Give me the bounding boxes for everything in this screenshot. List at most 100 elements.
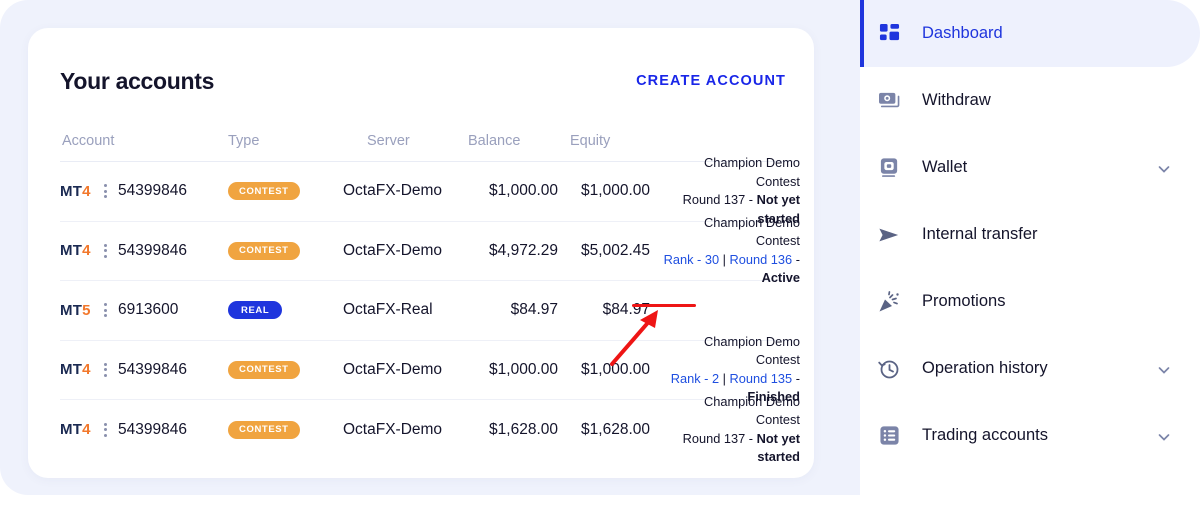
contest-status-cell: Champion Demo Contest Rank - 30 | Round 1… — [650, 214, 800, 288]
sidebar-items: Dashboard Withdraw Wallet Internal transfer… — [860, 0, 1200, 469]
status-dash: - — [792, 370, 800, 386]
sidebar-item-label: Trading accounts — [922, 426, 1048, 444]
wallet-icon — [878, 157, 900, 179]
table-row[interactable]: MT5 6913600 REAL OctaFX-Real $84.97 $84.97 — [60, 281, 800, 341]
sidebar-item-trading-accounts[interactable]: Trading accounts — [860, 402, 1200, 469]
equity-value: $1,000.00 — [581, 182, 650, 200]
balance-value: $1,000.00 — [489, 360, 558, 378]
sidebar-item-label: Dashboard — [922, 24, 1003, 42]
round-link[interactable]: Round 136 — [730, 252, 793, 267]
platform-version: 4 — [82, 361, 91, 379]
balance-value: $4,972.29 — [489, 241, 558, 259]
equity-value: $5,002.45 — [581, 241, 650, 259]
platform-prefix: MT — [60, 421, 83, 439]
sidebar-item-withdraw[interactable]: Withdraw — [860, 67, 1200, 134]
contest-name: Champion Demo Contest — [703, 333, 800, 368]
platform-version: 4 — [82, 421, 91, 439]
banknotes-icon — [878, 90, 900, 112]
contest-name: Champion Demo Contest — [703, 155, 800, 189]
sidebar-nav: Dashboard Withdraw Wallet Internal transfer… — [860, 0, 1200, 495]
clock-rewind-icon — [878, 358, 900, 380]
platform-logo: MT4 — [60, 421, 94, 438]
column-header-equity: Equity — [570, 132, 611, 149]
rank-link[interactable]: Rank - 30 — [664, 252, 719, 267]
platform-prefix: MT — [60, 361, 83, 379]
account-type-badge: REAL — [228, 301, 283, 320]
platform-prefix: MT — [60, 242, 83, 260]
sidebar-item-label: Internal transfer — [922, 225, 1038, 243]
platform-version: 4 — [82, 182, 91, 200]
server-name: OctaFX-Demo — [343, 182, 443, 200]
table-row[interactable]: MT4 54399846 CONTEST OctaFX-Demo $1,000.00 $1… — [60, 334, 800, 404]
table-body: MT4 54399846 CONTEST OctaFX-Demo $1,000.00 $1… — [60, 155, 800, 465]
balance-value: $1,000.00 — [489, 182, 558, 200]
balance-value: $84.97 — [510, 301, 558, 319]
send-arrow-icon — [878, 224, 900, 246]
sidebar-item-wallet[interactable]: Wallet — [860, 134, 1200, 201]
server-name: OctaFX-Demo — [343, 241, 443, 259]
kebab-menu-icon[interactable] — [94, 303, 116, 318]
status-dash: - — [745, 192, 757, 208]
sidebar-item-internal-transfer[interactable]: Internal transfer — [860, 201, 1200, 268]
list-box-icon — [878, 425, 900, 447]
kebab-menu-icon[interactable] — [94, 184, 116, 199]
platform-logo: MT4 — [60, 242, 94, 259]
sidebar-item-label: Withdraw — [922, 91, 991, 109]
create-account-button[interactable]: CREATE ACCOUNT — [636, 73, 786, 89]
platform-logo: MT5 — [60, 302, 94, 319]
chevron-down-icon[interactable] — [1158, 162, 1170, 174]
balance-value: $1,628.00 — [489, 420, 558, 438]
chevron-down-icon[interactable] — [1158, 363, 1170, 375]
status-dash: - — [792, 251, 800, 267]
table-row[interactable]: MT4 54399846 CONTEST OctaFX-Demo $1,000.00 $1… — [60, 155, 800, 226]
rank-link[interactable]: Rank - 2 — [671, 371, 719, 386]
status-badge: Active — [761, 270, 800, 286]
contest-name: Champion Demo Contest — [703, 393, 800, 428]
account-type-badge: CONTEST — [228, 241, 300, 260]
sidebar-item-dashboard[interactable]: Dashboard — [860, 0, 1200, 67]
sidebar-item-label: Operation history — [922, 359, 1048, 377]
column-header-balance: Balance — [468, 132, 521, 149]
account-type-badge: CONTEST — [228, 360, 300, 379]
dashboard-grid-icon — [878, 23, 900, 45]
status-separator: | — [719, 370, 730, 386]
round-label: Round 137 — [682, 192, 746, 208]
server-name: OctaFX-Demo — [343, 360, 443, 378]
app-root: Your accounts CREATE ACCOUNT Account Typ… — [0, 0, 1200, 507]
sidebar-item-promotions[interactable]: Promotions — [860, 268, 1200, 335]
account-type-badge: CONTEST — [228, 420, 300, 439]
server-name: OctaFX-Demo — [343, 420, 443, 438]
platform-logo: MT4 — [60, 183, 94, 200]
round-label: Round 137 — [682, 430, 746, 446]
accounts-table: Account Type Server Balance Equity MT4 54… — [60, 120, 800, 465]
account-number: 6913600 — [118, 301, 179, 319]
sidebar-item-label: Promotions — [922, 292, 1006, 310]
accounts-card: Your accounts CREATE ACCOUNT Account Typ… — [28, 28, 814, 478]
kebab-menu-icon[interactable] — [94, 362, 116, 377]
card-header: Your accounts CREATE ACCOUNT — [60, 61, 786, 101]
account-number: 54399846 — [118, 241, 187, 259]
platform-prefix: MT — [60, 182, 83, 200]
status-separator: | — [719, 251, 730, 267]
kebab-menu-icon[interactable] — [94, 422, 116, 437]
table-row[interactable]: MT4 54399846 CONTEST OctaFX-Demo $1,628.00 $1… — [60, 394, 800, 465]
chevron-down-icon[interactable] — [1158, 430, 1170, 442]
status-dash: - — [745, 430, 757, 446]
server-name: OctaFX-Real — [343, 301, 433, 319]
red-arrow-annotation — [610, 310, 658, 366]
contest-status-cell: Champion Demo Contest Round 137 - Not yet… — [650, 393, 800, 467]
platform-version: 4 — [82, 242, 91, 260]
column-header-account: Account — [62, 132, 115, 149]
column-header-type: Type — [228, 132, 260, 149]
account-number: 54399846 — [118, 420, 187, 438]
contest-name: Champion Demo Contest — [703, 214, 800, 249]
sidebar-item-label: Wallet — [922, 158, 968, 176]
kebab-menu-icon[interactable] — [94, 243, 116, 258]
table-row[interactable]: MT4 54399846 CONTEST OctaFX-Demo $4,972.29 $5… — [60, 215, 800, 285]
page-title: Your accounts — [60, 67, 215, 94]
account-number: 54399846 — [118, 360, 187, 378]
round-link[interactable]: Round 135 — [730, 371, 793, 386]
platform-version: 5 — [82, 301, 91, 319]
sidebar-item-operation-history[interactable]: Operation history — [860, 335, 1200, 402]
status-badge: Not yet started — [756, 430, 800, 465]
